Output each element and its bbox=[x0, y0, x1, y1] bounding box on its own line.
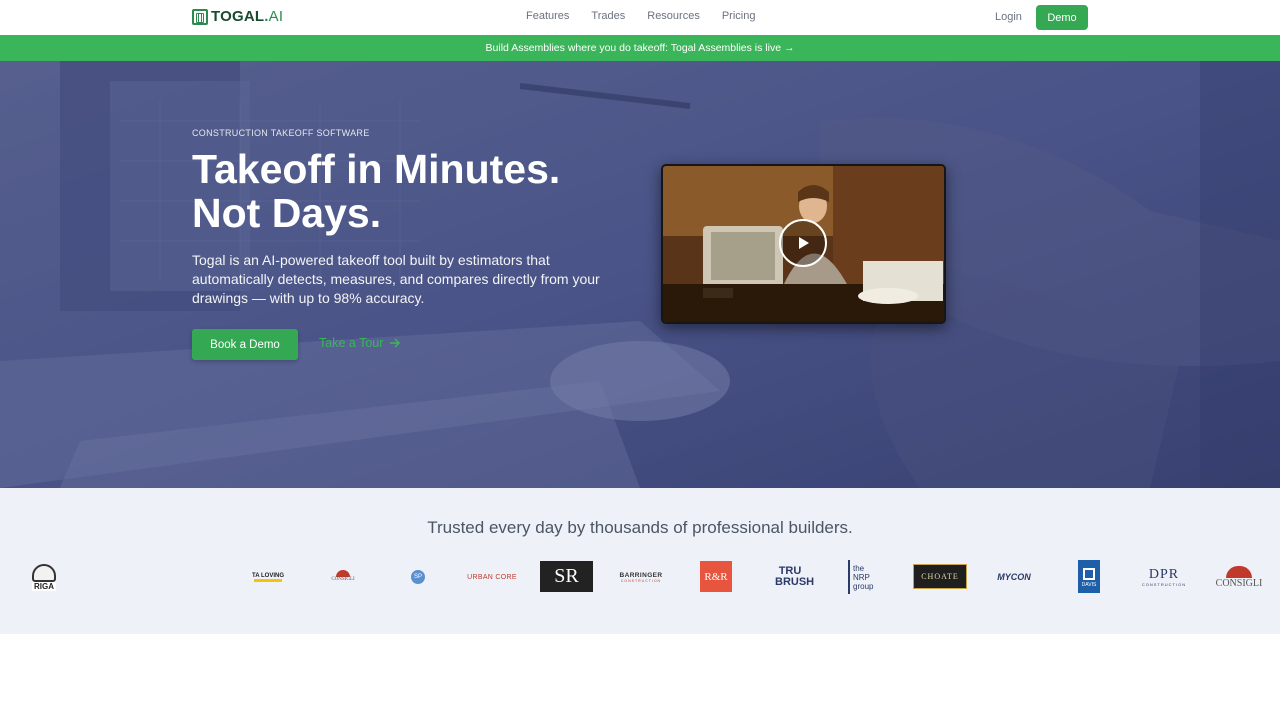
take-tour-label: Take a Tour bbox=[319, 336, 384, 350]
headline-line-1: Takeoff in Minutes. bbox=[192, 146, 561, 192]
hero-headline: Takeoff in Minutes. Not Days. bbox=[192, 147, 652, 235]
announcement-banner[interactable]: Build Assemblies where you do takeoff: T… bbox=[0, 35, 1280, 61]
togal-logo-icon bbox=[192, 8, 208, 25]
ta-loving-bar bbox=[254, 578, 282, 582]
trust-title: Trusted every day by thousands of profes… bbox=[427, 518, 853, 537]
demo-button[interactable]: Demo bbox=[1036, 5, 1088, 30]
play-icon bbox=[799, 237, 809, 249]
logo-wordmark: TOGAL.AI bbox=[211, 8, 284, 25]
book-demo-button[interactable]: Book a Demo bbox=[192, 329, 298, 360]
hero-eyebrow: CONSTRUCTION TAKEOFF SOFTWARE bbox=[192, 128, 370, 138]
hero-video-player[interactable] bbox=[661, 164, 946, 324]
nav-link-pricing[interactable]: Pricing bbox=[722, 10, 756, 22]
nav-links: Features Trades Resources Pricing bbox=[526, 10, 755, 22]
client-logo-dpr: DPR CONSTRUCTION bbox=[1141, 566, 1187, 587]
client-logo-consigli: CONSIGLI bbox=[1214, 560, 1264, 594]
davis-mark-icon bbox=[1083, 568, 1095, 580]
arrow-right-icon bbox=[390, 338, 401, 348]
play-button[interactable] bbox=[779, 219, 827, 267]
page-lower-area bbox=[0, 634, 1280, 720]
headline-line-2: Not Days. bbox=[192, 190, 382, 236]
hero-subtext: Togal is an AI-powered takeoff tool buil… bbox=[192, 252, 600, 306]
client-logo-urban-core: URBAN CORE bbox=[467, 573, 517, 581]
client-logo-row: RIGA TA LOVING CONSIGLI SP URBAN CORE SR… bbox=[0, 560, 1280, 596]
client-logo-nrp-group: the NRP group bbox=[848, 560, 882, 594]
client-logo-davis: DAVIS bbox=[1078, 560, 1100, 593]
top-nav: TOGAL.AI Features Trades Resources Prici… bbox=[0, 0, 1280, 35]
client-logo-sr: SR bbox=[540, 561, 593, 592]
hero-section: CONSTRUCTION TAKEOFF SOFTWARE Takeoff in… bbox=[0, 61, 1280, 488]
client-logo-mycon: MYCON bbox=[997, 572, 1031, 582]
login-link[interactable]: Login bbox=[995, 11, 1022, 23]
nav-link-trades[interactable]: Trades bbox=[591, 10, 625, 22]
togal-logo[interactable]: TOGAL.AI bbox=[192, 8, 283, 25]
take-tour-link[interactable]: Take a Tour bbox=[319, 336, 401, 350]
client-logo-rr: R&R bbox=[700, 561, 732, 592]
helmet-icon bbox=[32, 563, 56, 582]
consigli-mark-icon bbox=[336, 570, 350, 577]
client-logo-consigli-small: CONSIGLI bbox=[328, 566, 358, 586]
sp-circle-icon: SP bbox=[411, 570, 425, 584]
client-logo-choate: CHOATE bbox=[913, 564, 967, 589]
nav-link-features[interactable]: Features bbox=[526, 10, 569, 22]
client-logo-barringer: BARRINGER CONSTRUCTION bbox=[619, 571, 663, 583]
client-logo-ta-loving: TA LOVING bbox=[252, 570, 284, 584]
trusted-by-section: Trusted every day by thousands of profes… bbox=[0, 488, 1280, 634]
client-logo-riga: RIGA bbox=[30, 560, 58, 594]
nav-link-resources[interactable]: Resources bbox=[647, 10, 700, 22]
client-logo-tru-brush: TRU BRUSH bbox=[775, 565, 815, 588]
consigli-large-mark-icon bbox=[1226, 565, 1252, 578]
client-logo-sp: SP bbox=[402, 568, 434, 586]
